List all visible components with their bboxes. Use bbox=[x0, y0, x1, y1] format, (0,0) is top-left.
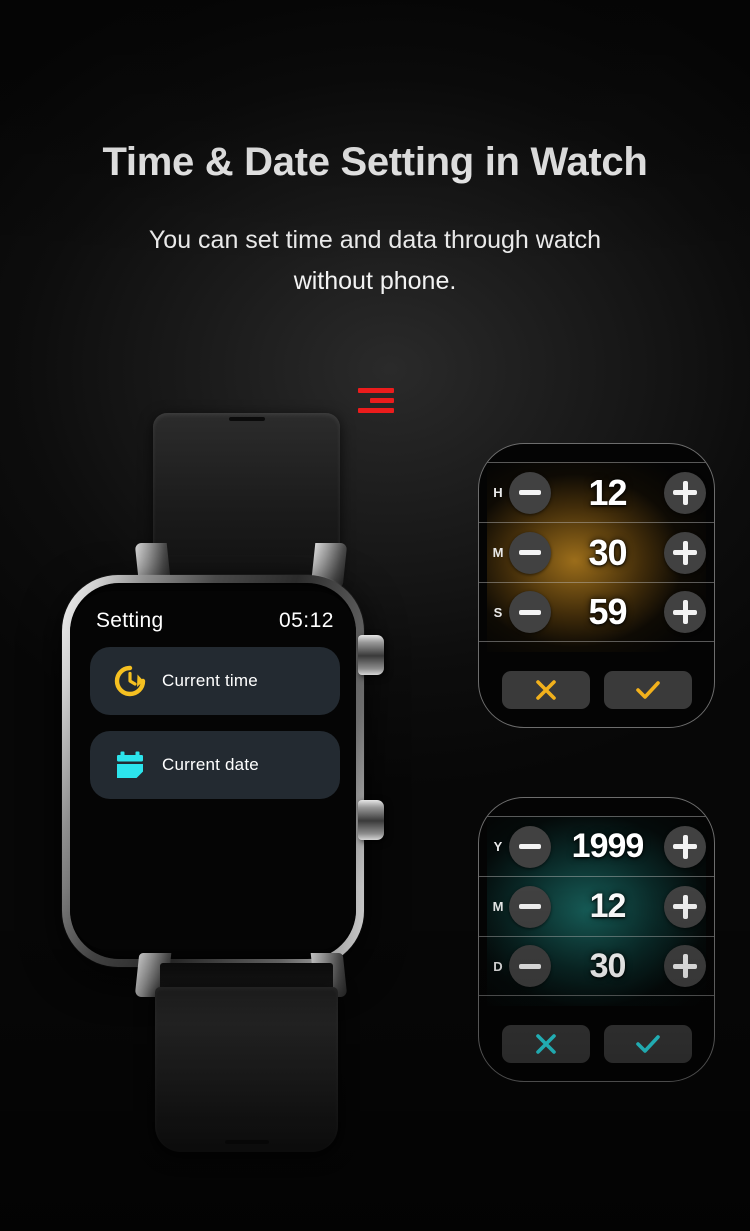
cross-icon bbox=[535, 680, 556, 700]
plus-icon[interactable] bbox=[664, 531, 706, 574]
minute-value: 30 bbox=[588, 531, 627, 573]
time-row-minute: M 30 bbox=[479, 522, 714, 582]
hour-value: 12 bbox=[588, 471, 627, 513]
page-title: Time & Date Setting in Watch bbox=[102, 140, 648, 184]
date-cancel-button[interactable] bbox=[501, 1025, 590, 1063]
plus-icon[interactable] bbox=[664, 591, 706, 633]
watch-screen: Setting 05:12 Current time Current date bbox=[70, 591, 356, 951]
year-value: 1999 bbox=[571, 827, 645, 865]
cross-icon bbox=[535, 1034, 556, 1054]
date-setting-panel: Y 1999 M 12 D 30 bbox=[478, 797, 715, 1082]
calendar-icon bbox=[104, 748, 156, 782]
month-value: 12 bbox=[589, 887, 627, 925]
watch-status-time: 05:12 bbox=[278, 609, 334, 632]
date-stepper-rows: Y 1999 M 12 D 30 bbox=[479, 816, 714, 996]
smartwatch-product-image: Setting 05:12 Current time Current date bbox=[40, 395, 440, 1155]
unit-label: Y bbox=[493, 839, 503, 854]
time-setting-panel: H 12 M 30 S 59 bbox=[478, 443, 715, 728]
watch-screen-title: Setting bbox=[96, 609, 164, 632]
minus-icon[interactable] bbox=[509, 471, 551, 514]
time-confirm-button[interactable] bbox=[603, 671, 692, 709]
unit-label: M bbox=[492, 545, 504, 560]
date-panel-actions bbox=[479, 1025, 714, 1063]
unit-label: S bbox=[493, 604, 503, 620]
check-icon bbox=[635, 1035, 660, 1053]
watch-screen-header: Setting 05:12 bbox=[96, 609, 334, 633]
date-row-month: M 12 bbox=[479, 876, 714, 936]
watch-strap-top bbox=[153, 413, 340, 578]
time-row-second: S 59 bbox=[479, 582, 714, 642]
watch-menu-item-label: Current time bbox=[162, 671, 258, 690]
time-stepper-rows: H 12 M 30 S 59 bbox=[479, 462, 714, 642]
date-row-year: Y 1999 bbox=[479, 816, 714, 876]
unit-label: H bbox=[493, 485, 503, 500]
time-panel-actions bbox=[479, 671, 714, 709]
minus-icon[interactable] bbox=[509, 531, 551, 574]
minus-icon[interactable] bbox=[509, 825, 551, 868]
day-value: 30 bbox=[589, 946, 627, 985]
date-confirm-button[interactable] bbox=[603, 1025, 692, 1063]
plus-icon[interactable] bbox=[664, 945, 706, 987]
plus-icon[interactable] bbox=[664, 471, 706, 514]
plus-icon[interactable] bbox=[664, 825, 706, 868]
unit-label: D bbox=[493, 958, 503, 974]
watch-menu-item-current-date[interactable]: Current date bbox=[90, 731, 340, 799]
watch-crown-button[interactable] bbox=[358, 635, 384, 675]
unit-label: M bbox=[492, 899, 504, 914]
time-cancel-button[interactable] bbox=[501, 671, 590, 709]
time-row-hour: H 12 bbox=[479, 462, 714, 522]
plus-icon[interactable] bbox=[664, 885, 706, 928]
page-subtitle: You can set time and data through watch … bbox=[148, 226, 602, 295]
clock-restore-icon bbox=[104, 664, 156, 698]
product-feature-banner: Time & Date Setting in Watch You can set… bbox=[0, 0, 750, 1231]
minus-icon[interactable] bbox=[509, 591, 551, 633]
watch-function-button[interactable] bbox=[358, 800, 384, 840]
check-icon bbox=[635, 681, 660, 699]
watch-menu-item-label: Current date bbox=[162, 755, 259, 774]
date-row-day: D 30 bbox=[479, 936, 714, 996]
watch-strap-bottom bbox=[155, 987, 338, 1152]
minus-icon[interactable] bbox=[509, 885, 551, 928]
watch-menu-item-current-time[interactable]: Current time bbox=[90, 647, 340, 715]
minus-icon[interactable] bbox=[509, 945, 551, 987]
second-value: 59 bbox=[588, 591, 627, 632]
